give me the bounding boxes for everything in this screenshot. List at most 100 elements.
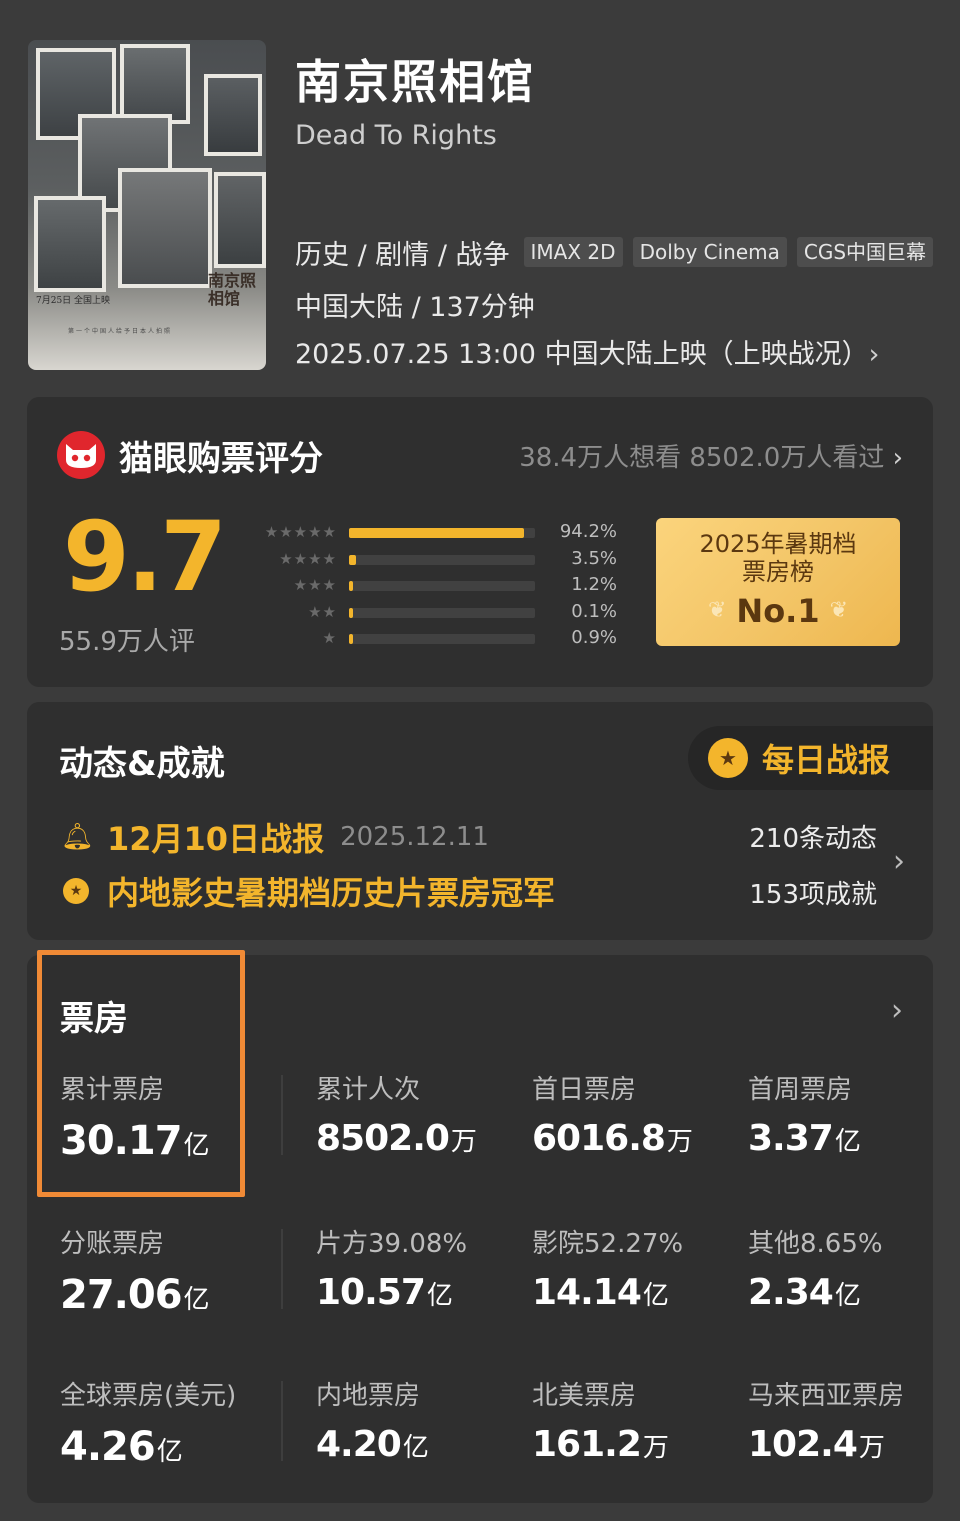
box-office-stat: 马来西亚票房 102.4万 <box>748 1375 904 1465</box>
rank-line2: 票房榜 <box>742 558 814 586</box>
stat-label: 北美票房 <box>532 1381 637 1411</box>
stat-label: 累计人次 <box>316 1075 421 1105</box>
poster-photo <box>34 196 106 292</box>
distribution-pct: 3.5% <box>571 547 617 569</box>
box-office-stat: 其他8.65% 2.34亿 <box>748 1223 883 1313</box>
bell-icon: 🔔︎ <box>61 822 95 852</box>
poster-photo <box>118 168 212 288</box>
news-item[interactable]: ★ 内地影史暑期档历史片票房冠军 <box>61 868 555 914</box>
format-tag: Dolby Cinema <box>632 237 787 267</box>
rating-card: 猫眼购票评分 38.4万人想看 8502.0万人看过 › 9.7 55.9万人评… <box>27 397 933 687</box>
wheat-icon: ❦ <box>708 598 727 623</box>
movie-title-en: Dead To Rights <box>295 120 497 151</box>
star-icon: ★★★★★ <box>264 523 337 541</box>
news-card[interactable]: 动态&成就 ★ 每日战报 🔔︎ 12月10日战报 2025.12.11 ★ 内地… <box>27 702 933 940</box>
highlight-box <box>37 950 245 1197</box>
stat-value: 161.2万 <box>532 1424 669 1465</box>
wheat-icon: ❦ <box>829 598 848 623</box>
stat-label: 马来西亚票房 <box>748 1381 905 1411</box>
format-tag: CGS中国巨幕 <box>796 237 934 267</box>
box-office-stat: 影院52.27% 14.14亿 <box>532 1223 683 1313</box>
audience-stats: 38.4万人想看 8502.0万人看过 <box>519 443 885 473</box>
distribution-fill <box>349 634 353 644</box>
star-icon: ★ <box>322 629 337 647</box>
stat-value: 3.37亿 <box>748 1118 861 1159</box>
movie-poster[interactable]: 南京照相馆 7月25日 全国上映 第一个中国人给予日本人拍照 <box>28 40 266 370</box>
news-item-text: 内地影史暑期档历史片票房冠军 <box>107 874 556 912</box>
genre-text: 历史 / 剧情 / 战争 <box>295 239 510 271</box>
rank-number: No.1 <box>736 592 820 630</box>
distribution-fill <box>349 554 356 565</box>
distribution-row: ★ 0.9% <box>217 627 617 654</box>
daily-report-button[interactable]: ★ 每日战报 <box>688 726 933 790</box>
box-office-stat: 片方39.08% 10.57亿 <box>316 1223 467 1313</box>
stat-label: 其他8.65% <box>748 1229 883 1259</box>
distribution-pct: 1.2% <box>571 574 617 595</box>
divider <box>281 1381 283 1461</box>
stat-value: 4.20亿 <box>316 1424 429 1465</box>
box-office-stat: 全球票房(美元) 4.26亿 <box>60 1375 236 1470</box>
news-item-text: 12月10日战报 <box>107 820 325 858</box>
chevron-right-icon: › <box>868 339 880 370</box>
news-count: 210条动态 <box>749 824 877 854</box>
distribution-row: ★★★★ 3.5% <box>217 548 617 575</box>
stat-label: 片方39.08% <box>316 1229 468 1259</box>
rank-line1: 2025年暑期档 <box>699 530 857 558</box>
stat-value: 4.26亿 <box>60 1424 183 1470</box>
medal-icon: ★ <box>708 738 748 778</box>
rating-title: 猫眼购票评分 <box>119 439 323 479</box>
divider <box>281 1229 283 1309</box>
release-link[interactable]: 2025.07.25 13:00 中国大陆上映（上映战况）› <box>295 332 879 371</box>
stat-label: 首日票房 <box>532 1075 637 1105</box>
achievement-count: 153项成就 <box>749 880 877 910</box>
stat-label: 内地票房 <box>316 1381 421 1411</box>
distribution-pct: 0.9% <box>571 627 617 648</box>
rating-score: 9.7 <box>63 501 227 613</box>
rating-votes: 55.9万人评 <box>59 627 195 657</box>
stat-value: 8502.0万 <box>316 1118 477 1159</box>
box-office-stat: 北美票房 161.2万 <box>532 1375 669 1465</box>
distribution-bar <box>349 607 535 618</box>
stat-value: 10.57亿 <box>316 1272 453 1313</box>
divider <box>281 1075 283 1155</box>
star-icon: ★★★ <box>293 576 337 594</box>
stat-value: 14.14亿 <box>532 1272 669 1313</box>
poster-tagline: 第一个中国人给予日本人拍照 <box>68 328 173 335</box>
distribution-bar <box>349 581 535 591</box>
distribution-pct: 0.1% <box>571 600 617 622</box>
poster-photo <box>120 44 190 124</box>
poster-photo <box>214 172 266 268</box>
distribution-fill <box>349 581 353 591</box>
news-item[interactable]: 🔔︎ 12月10日战报 2025.12.11 <box>61 814 489 860</box>
stat-value: 102.4万 <box>748 1424 885 1465</box>
stat-label: 全球票房(美元) <box>60 1381 237 1411</box>
stat-value: 27.06亿 <box>60 1272 210 1318</box>
stat-value: 2.34亿 <box>748 1272 861 1313</box>
summer-rank-badge[interactable]: 2025年暑期档 票房榜 No.1 ❦ ❦ <box>656 518 900 646</box>
stat-label: 分账票房 <box>60 1229 165 1259</box>
rating-distribution: ★★★★★ 94.2% ★★★★ 3.5% ★★★ 1.2% ★★ 0.1% ★… <box>217 521 617 654</box>
distribution-pct: 94.2% <box>559 521 617 542</box>
stat-value: 6016.8万 <box>532 1118 693 1159</box>
medal-icon: ★ <box>63 878 89 904</box>
distribution-bar <box>349 554 535 565</box>
distribution-row: ★★★ 1.2% <box>217 574 617 601</box>
chevron-right-icon[interactable]: › <box>893 844 905 879</box>
daily-report-label: 每日战报 <box>762 741 891 779</box>
chevron-right-icon[interactable]: › <box>891 993 903 1028</box>
region-duration: 中国大陆 / 137分钟 <box>295 292 535 323</box>
distribution-row: ★★★★★ 94.2% <box>217 521 617 548</box>
box-office-stat: 分账票房 27.06亿 <box>60 1223 210 1318</box>
poster-date: 7月25日 全国上映 <box>36 296 111 306</box>
news-title: 动态&成就 <box>59 744 225 784</box>
release-text: 2025.07.25 13:00 中国大陆上映（上映战况） <box>295 339 869 370</box>
poster-title: 南京照相馆 <box>208 271 257 308</box>
maoyan-logo-icon <box>57 431 105 479</box>
distribution-bar <box>349 528 535 538</box>
stat-label: 首周票房 <box>748 1075 853 1105</box>
chevron-right-icon: › <box>892 443 903 473</box>
genre-row: 历史 / 剧情 / 战争 IMAX 2D Dolby Cinema CGS中国巨… <box>295 234 934 271</box>
audience-stats-link[interactable]: 38.4万人想看 8502.0万人看过 › <box>519 437 903 474</box>
news-item-date: 2025.12.11 <box>340 822 489 852</box>
box-office-stat: 累计人次 8502.0万 <box>316 1069 477 1159</box>
